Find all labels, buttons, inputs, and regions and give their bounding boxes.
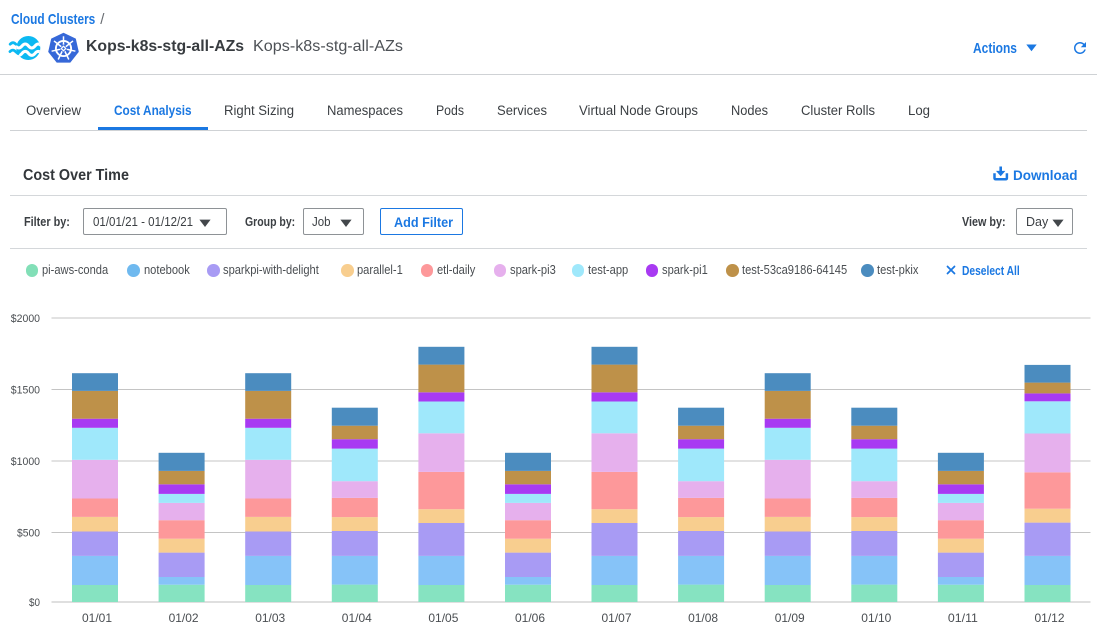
svg-text:01/05: 01/05 [428, 611, 458, 625]
svg-text:$1500: $1500 [11, 385, 40, 397]
svg-text:01/07: 01/07 [602, 611, 632, 625]
svg-text:01/01: 01/01 [82, 611, 112, 625]
svg-text:$500: $500 [17, 528, 40, 540]
svg-text:01/06: 01/06 [515, 611, 545, 625]
svg-text:01/02: 01/02 [169, 611, 199, 625]
svg-text:01/12: 01/12 [1035, 611, 1065, 625]
svg-text:01/08: 01/08 [688, 611, 718, 625]
svg-text:$0: $0 [29, 597, 40, 609]
svg-text:01/03: 01/03 [255, 611, 285, 625]
svg-text:01/04: 01/04 [342, 611, 372, 625]
svg-text:01/10: 01/10 [861, 611, 891, 625]
svg-text:$2000: $2000 [11, 313, 40, 325]
svg-text:01/09: 01/09 [775, 611, 805, 625]
svg-text:$1000: $1000 [11, 456, 40, 468]
svg-text:01/11: 01/11 [948, 611, 978, 625]
